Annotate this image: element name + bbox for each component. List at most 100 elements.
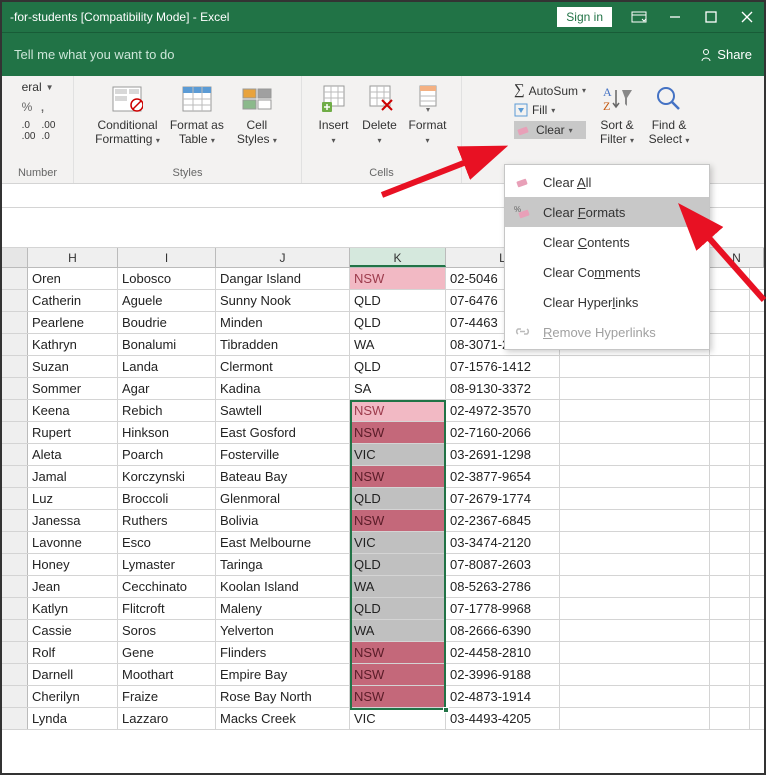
cell[interactable]: East Gosford <box>216 422 350 443</box>
row-header[interactable] <box>2 422 28 443</box>
cell[interactable]: QLD <box>350 312 446 333</box>
number-format-dropdown[interactable]: eral ▼ <box>22 80 54 94</box>
cell[interactable]: 03-3474-2120 <box>446 532 560 553</box>
cell[interactable]: Aleta <box>28 444 118 465</box>
cell[interactable]: Esco <box>118 532 216 553</box>
cell[interactable]: Minden <box>216 312 350 333</box>
comma-icon[interactable]: , <box>40 98 44 116</box>
conditional-formatting-button[interactable]: Conditional Formatting ▾ <box>91 80 164 149</box>
clear-all-item[interactable]: Clear All <box>505 167 709 197</box>
row-header[interactable] <box>2 576 28 597</box>
cell[interactable]: Bateau Bay <box>216 466 350 487</box>
cell[interactable]: Cecchinato <box>118 576 216 597</box>
cell[interactable]: Koolan Island <box>216 576 350 597</box>
cell[interactable] <box>560 708 710 729</box>
cell[interactable] <box>710 312 750 333</box>
cell[interactable] <box>710 576 750 597</box>
column-header-K[interactable]: K <box>350 248 446 267</box>
cell[interactable]: NSW <box>350 642 446 663</box>
cell[interactable] <box>560 554 710 575</box>
cell[interactable]: Lobosco <box>118 268 216 289</box>
row-header[interactable] <box>2 708 28 729</box>
cell[interactable]: 02-3996-9188 <box>446 664 560 685</box>
cell[interactable]: 02-4873-1914 <box>446 686 560 707</box>
cell[interactable]: Sunny Nook <box>216 290 350 311</box>
cell[interactable] <box>710 510 750 531</box>
cell[interactable] <box>560 422 710 443</box>
cell[interactable] <box>710 708 750 729</box>
cell[interactable] <box>560 576 710 597</box>
cell[interactable]: NSW <box>350 422 446 443</box>
cell[interactable]: 03-2691-1298 <box>446 444 560 465</box>
cell[interactable]: Rupert <box>28 422 118 443</box>
cell[interactable] <box>710 598 750 619</box>
cell[interactable] <box>710 620 750 641</box>
cell[interactable]: Rose Bay North <box>216 686 350 707</box>
cell[interactable]: NSW <box>350 268 446 289</box>
cell[interactable]: Cassie <box>28 620 118 641</box>
row-header[interactable] <box>2 620 28 641</box>
increase-decimal-icon[interactable]: .0.00 <box>22 120 36 142</box>
cell-styles-button[interactable]: Cell Styles ▾ <box>230 80 284 149</box>
cell[interactable]: 07-8087-2603 <box>446 554 560 575</box>
cell[interactable] <box>710 642 750 663</box>
cell[interactable]: 08-9130-3372 <box>446 378 560 399</box>
row-header[interactable] <box>2 378 28 399</box>
row-header[interactable] <box>2 532 28 553</box>
column-header-I[interactable]: I <box>118 248 216 267</box>
cell[interactable]: WA <box>350 576 446 597</box>
cell[interactable]: Darnell <box>28 664 118 685</box>
cell[interactable]: Glenmoral <box>216 488 350 509</box>
cell[interactable] <box>710 378 750 399</box>
decrease-decimal-icon[interactable]: .00.0 <box>42 120 56 142</box>
column-header-J[interactable]: J <box>216 248 350 267</box>
cell[interactable] <box>560 400 710 421</box>
cell[interactable] <box>560 620 710 641</box>
select-all-corner[interactable] <box>2 248 28 267</box>
cell[interactable]: Moothart <box>118 664 216 685</box>
cell[interactable]: Flitcroft <box>118 598 216 619</box>
cell[interactable]: Boudrie <box>118 312 216 333</box>
percent-icon[interactable]: % <box>22 100 33 114</box>
cell[interactable]: NSW <box>350 400 446 421</box>
cell[interactable]: Ruthers <box>118 510 216 531</box>
cell[interactable]: Korczynski <box>118 466 216 487</box>
cell[interactable]: NSW <box>350 510 446 531</box>
row-header[interactable] <box>2 554 28 575</box>
row-header[interactable] <box>2 334 28 355</box>
cell[interactable] <box>560 356 710 377</box>
cell[interactable]: Keena <box>28 400 118 421</box>
tell-me-input[interactable]: Tell me what you want to do <box>14 47 174 62</box>
row-header[interactable] <box>2 598 28 619</box>
cell[interactable] <box>560 488 710 509</box>
cell[interactable] <box>710 554 750 575</box>
format-button[interactable]: Format▾ <box>404 80 452 149</box>
find-select-button[interactable]: Find & Select ▾ <box>644 80 694 149</box>
cell[interactable] <box>710 400 750 421</box>
cell[interactable]: Cherilyn <box>28 686 118 707</box>
cell[interactable]: Macks Creek <box>216 708 350 729</box>
cell[interactable]: Flinders <box>216 642 350 663</box>
cell[interactable]: Yelverton <box>216 620 350 641</box>
cell[interactable]: QLD <box>350 356 446 377</box>
cell[interactable]: WA <box>350 334 446 355</box>
cell[interactable] <box>710 532 750 553</box>
cell[interactable]: Hinkson <box>118 422 216 443</box>
cell[interactable]: Soros <box>118 620 216 641</box>
cell[interactable] <box>710 488 750 509</box>
format-as-table-button[interactable]: Format as Table ▾ <box>166 80 228 149</box>
cell[interactable]: Broccoli <box>118 488 216 509</box>
fill-button[interactable]: Fill ▾ <box>514 103 586 117</box>
maximize-button[interactable] <box>702 8 720 26</box>
cell[interactable]: Suzan <box>28 356 118 377</box>
cell[interactable]: QLD <box>350 598 446 619</box>
cell[interactable]: NSW <box>350 466 446 487</box>
cell[interactable]: 02-4972-3570 <box>446 400 560 421</box>
cell[interactable] <box>710 356 750 377</box>
cell[interactable] <box>560 444 710 465</box>
cell[interactable]: Jamal <box>28 466 118 487</box>
cell[interactable]: Lavonne <box>28 532 118 553</box>
row-header[interactable] <box>2 312 28 333</box>
cell[interactable]: Empire Bay <box>216 664 350 685</box>
cell[interactable] <box>560 664 710 685</box>
